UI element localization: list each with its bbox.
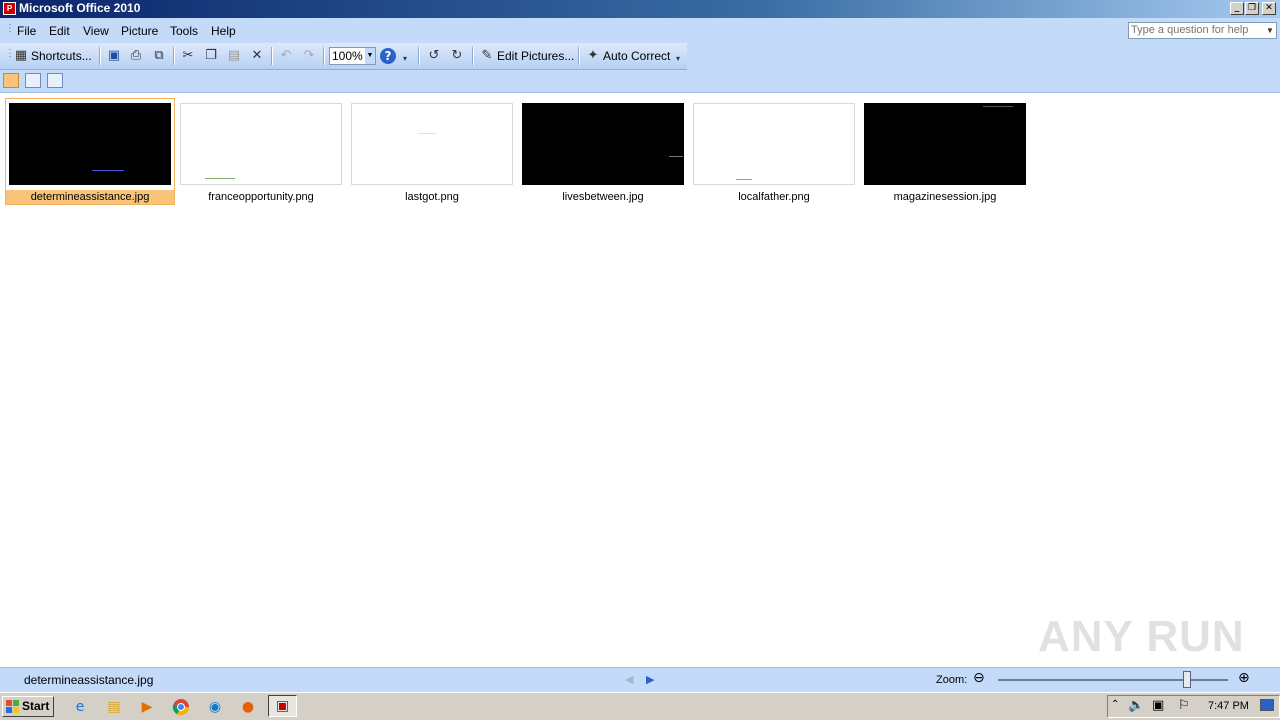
windows-logo-icon	[6, 700, 19, 713]
save-icon[interactable]: ▣	[106, 48, 122, 64]
thumbnail-view-icon[interactable]	[3, 73, 19, 88]
redo-icon[interactable]: ↷	[301, 48, 317, 64]
status-filename: determineassistance.jpg	[24, 673, 154, 687]
grip-icon: ⋮	[5, 23, 15, 34]
network-icon[interactable]: ▣	[1152, 698, 1164, 713]
menu-file[interactable]: File	[17, 24, 36, 38]
volume-icon[interactable]: 🔈	[1128, 698, 1144, 713]
thumbnail-image[interactable]	[522, 103, 684, 185]
thumbnail-caption[interactable]: lastgot.png	[351, 191, 513, 203]
file-explorer-icon[interactable]: ▤	[103, 697, 125, 717]
action-center-flag-icon[interactable]: ⚐	[1178, 698, 1190, 713]
zoom-slider-track[interactable]	[998, 679, 1228, 681]
chevron-down-icon[interactable]: ▼	[1264, 23, 1276, 38]
previous-arrow-icon[interactable]: ◀	[625, 673, 633, 686]
toolbar-separator	[99, 47, 101, 65]
thumbnail-image[interactable]	[9, 103, 171, 185]
minimize-button[interactable]: _	[1230, 2, 1244, 15]
toolbar-separator	[271, 47, 273, 65]
zoom-out-icon[interactable]: ⊖	[973, 670, 985, 686]
edit-pictures-icon: ✎	[481, 48, 493, 63]
thumbnail-caption[interactable]: magazinesession.jpg	[864, 191, 1026, 203]
thumbnail-detail	[205, 178, 235, 179]
picture-manager-taskbar-icon[interactable]: ▣	[268, 695, 297, 717]
zoom-combo[interactable]: 100% ▼	[329, 47, 376, 65]
thumbnail-image[interactable]	[351, 103, 513, 185]
thumbnail-detail	[736, 179, 752, 180]
menu-help[interactable]: Help	[211, 24, 236, 38]
menu-view[interactable]: View	[83, 24, 109, 38]
email-icon[interactable]: ⧉	[151, 48, 167, 64]
shortcuts-icon: ▦	[14, 48, 28, 63]
chevron-down-icon[interactable]: ▼	[365, 48, 375, 64]
watermark-logo: ANY RUN	[1038, 612, 1245, 661]
edge-icon[interactable]: ◉	[204, 697, 226, 717]
start-button[interactable]: Start	[2, 696, 54, 717]
toolbar-separator	[578, 47, 580, 65]
start-label: Start	[22, 699, 50, 713]
app-icon: P	[3, 2, 16, 15]
restore-button[interactable]: ❐	[1245, 2, 1259, 15]
thumbnail-detail	[669, 156, 683, 157]
media-player-icon[interactable]: ▶	[136, 697, 158, 717]
toolbar-separator	[323, 47, 325, 65]
rotate-right-icon[interactable]: ↻	[449, 48, 465, 64]
window-title: Microsoft Office 2010	[19, 1, 141, 15]
undo-icon[interactable]: ↶	[278, 48, 294, 64]
toolbar-separator	[173, 47, 175, 65]
help-search-input[interactable]	[1129, 23, 1263, 37]
chrome-icon[interactable]	[170, 697, 192, 717]
filmstrip-view-icon[interactable]	[25, 73, 41, 88]
thumbnail-detail	[418, 133, 436, 134]
toolbar-options-icon[interactable]: ▾	[676, 54, 680, 63]
thumbnail-image[interactable]	[180, 103, 342, 185]
auto-correct-button[interactable]: Auto Correct	[603, 47, 670, 65]
thumbnail-image[interactable]	[693, 103, 855, 185]
zoom-value: 100%	[332, 49, 363, 63]
help-search-box: ▼	[1128, 22, 1277, 39]
thumbnail-caption[interactable]: localfather.png	[693, 191, 855, 203]
toolbar-options-icon[interactable]: ▾	[403, 54, 407, 63]
toolbar-empty-area	[687, 43, 1280, 70]
shortcuts-button[interactable]: Shortcuts...	[31, 47, 92, 65]
zoom-label: Zoom:	[936, 674, 968, 686]
menu-edit[interactable]: Edit	[49, 24, 70, 38]
rotate-left-icon[interactable]: ↺	[426, 48, 442, 64]
next-arrow-icon[interactable]: ▶	[646, 673, 654, 686]
thumbnail-caption[interactable]: livesbetween.jpg	[522, 191, 684, 203]
thumbnail-caption[interactable]: determineassistance.jpg	[9, 191, 171, 203]
taskbar-clock[interactable]: 7:47 PM	[1208, 700, 1249, 712]
toolbar-separator	[418, 47, 420, 65]
status-bar: determineassistance.jpg ◀ ▶ Zoom: ⊖ ⊕	[0, 667, 1280, 692]
copy-icon[interactable]: ❐	[203, 48, 219, 64]
edit-pictures-button[interactable]: Edit Pictures...	[497, 47, 574, 65]
view-bar	[0, 70, 1280, 93]
paste-icon[interactable]: ▤	[226, 48, 242, 64]
firefox-icon[interactable]: ●	[237, 697, 259, 717]
cut-icon[interactable]: ✂	[180, 48, 196, 64]
print-icon[interactable]: ⎙	[128, 48, 144, 64]
zoom-slider-thumb[interactable]	[1182, 671, 1191, 688]
close-button[interactable]: ✕	[1262, 2, 1276, 15]
show-desktop-icon[interactable]	[1260, 699, 1274, 711]
thumbnail-caption[interactable]: franceopportunity.png	[180, 191, 342, 203]
delete-icon[interactable]: ✕	[249, 48, 265, 64]
toolbar-separator	[472, 47, 474, 65]
title-bar: P Microsoft Office 2010 _ ❐ ✕	[0, 0, 1280, 18]
help-icon[interactable]: ?	[380, 48, 396, 64]
thumbnail-detail	[983, 106, 1013, 107]
menu-tools[interactable]: Tools	[170, 24, 198, 38]
show-hidden-icons-icon[interactable]: ⌃	[1111, 699, 1119, 710]
internet-explorer-icon[interactable]: e	[69, 697, 91, 717]
auto-correct-icon: ✦	[587, 48, 599, 63]
taskbar	[0, 692, 1280, 720]
thumbnail-image[interactable]	[864, 103, 1026, 185]
menu-picture[interactable]: Picture	[121, 24, 158, 38]
single-picture-view-icon[interactable]	[47, 73, 63, 88]
zoom-in-icon[interactable]: ⊕	[1238, 670, 1250, 686]
thumbnail-detail	[92, 170, 124, 171]
